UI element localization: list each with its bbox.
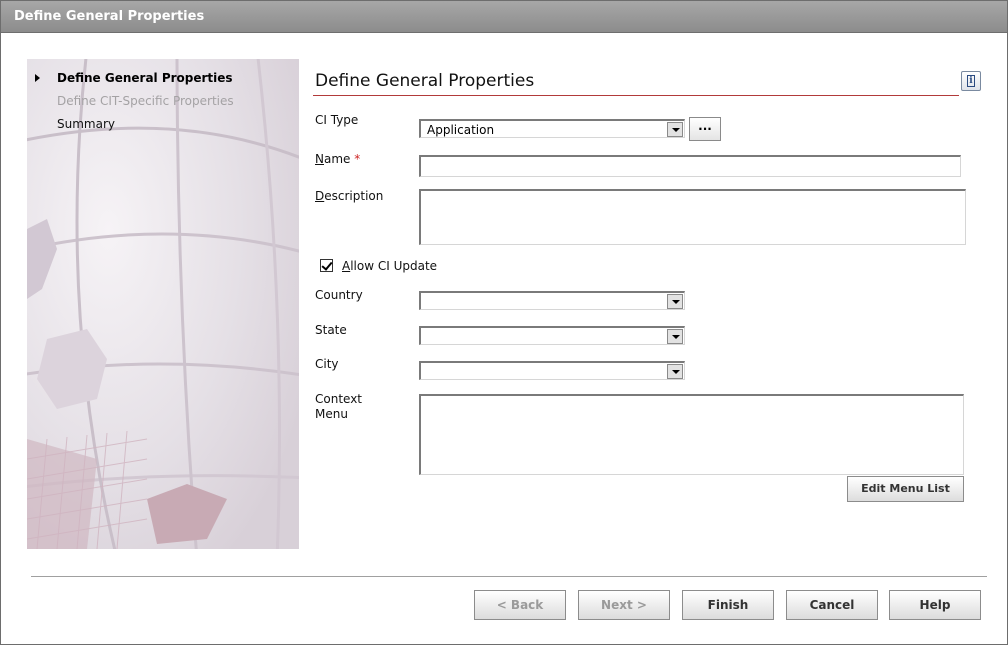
city-select[interactable]: [419, 361, 685, 380]
page-heading: Define General Properties: [315, 71, 535, 91]
description-textarea[interactable]: [419, 189, 966, 245]
browse-ci-type-button[interactable]: ...: [689, 117, 721, 141]
title-bar: Define General Properties: [1, 1, 1007, 33]
chevron-down-icon[interactable]: [667, 329, 683, 344]
finish-button[interactable]: Finish: [682, 590, 774, 620]
name-label-rest: ame: [323, 152, 351, 166]
cancel-button[interactable]: Cancel: [786, 590, 878, 620]
step-summary[interactable]: Summary: [27, 115, 299, 138]
context-menu-list[interactable]: [419, 394, 964, 475]
chevron-down-icon[interactable]: [667, 122, 683, 137]
footer-divider: [31, 576, 987, 577]
state-select[interactable]: [419, 326, 685, 345]
current-step-arrow-icon: [35, 74, 40, 82]
ci-type-select[interactable]: Application: [419, 119, 685, 138]
description-label-rest: escription: [324, 189, 384, 203]
city-label: City: [315, 357, 339, 371]
info-button[interactable]: i: [961, 71, 981, 91]
step-define-cit-specific-properties: Define CIT-Specific Properties: [27, 92, 299, 115]
wizard-window: Define General Properties Define General…: [0, 0, 1008, 645]
allow-ci-update-mnemonic: A: [342, 259, 351, 273]
name-label: Name *: [315, 152, 360, 166]
allow-ci-update-label: Allow CI Update: [342, 259, 437, 273]
name-label-mnemonic: N: [315, 152, 324, 166]
ci-type-value: Application: [427, 123, 495, 137]
context-menu-label-line2: Menu: [315, 407, 348, 421]
description-label-mnemonic: D: [315, 189, 325, 203]
country-label: Country: [315, 288, 363, 302]
edit-menu-list-button[interactable]: Edit Menu List: [847, 476, 964, 502]
step-define-general-properties[interactable]: Define General Properties: [27, 69, 299, 92]
back-button[interactable]: < Back: [474, 590, 566, 620]
required-marker: *: [354, 152, 361, 166]
allow-ci-update-rest: llow CI Update: [350, 259, 438, 273]
window-title: Define General Properties: [14, 9, 205, 24]
context-menu-label-line1: Context: [315, 392, 363, 406]
info-icon: i: [967, 75, 975, 87]
heading-divider: [313, 95, 959, 96]
context-menu-label: Context Menu: [315, 392, 362, 422]
state-label: State: [315, 323, 347, 337]
country-select[interactable]: [419, 291, 685, 310]
step-label: Define CIT-Specific Properties: [57, 94, 234, 108]
ci-type-label: CI Type: [315, 113, 359, 127]
step-label: Summary: [57, 117, 115, 131]
chevron-down-icon[interactable]: [667, 294, 683, 309]
next-button[interactable]: Next >: [578, 590, 670, 620]
help-button[interactable]: Help: [889, 590, 981, 620]
wizard-step-sidebar: Define General Properties Define CIT-Spe…: [27, 59, 299, 549]
chevron-down-icon[interactable]: [667, 364, 683, 379]
step-label: Define General Properties: [57, 71, 233, 85]
description-label: Description: [315, 189, 383, 203]
wizard-steps: Define General Properties Define CIT-Spe…: [27, 69, 299, 138]
allow-ci-update-checkbox[interactable]: [320, 259, 333, 272]
name-input[interactable]: [419, 155, 961, 177]
